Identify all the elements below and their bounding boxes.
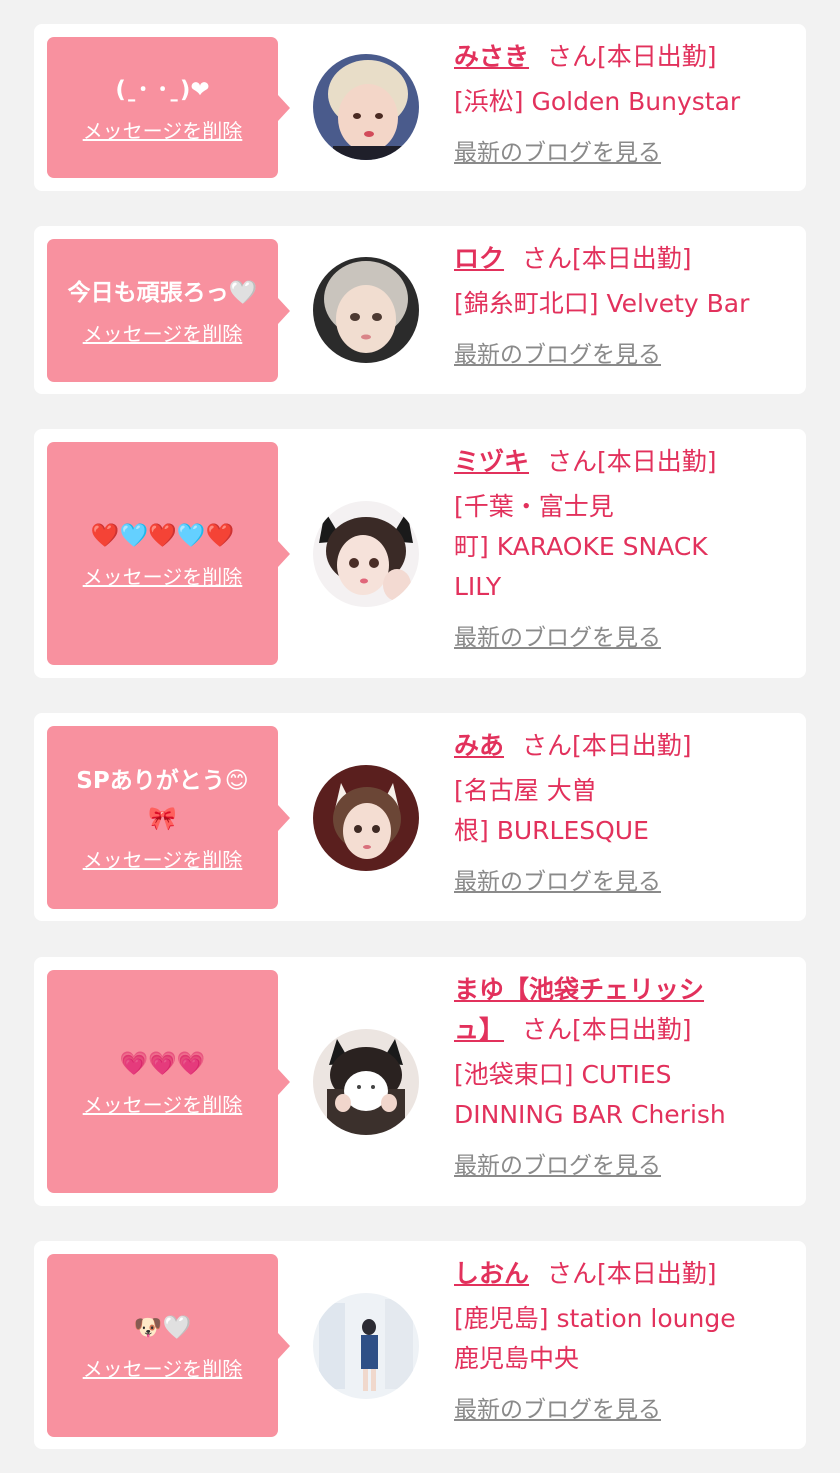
message-bubble: SPありがとう😊 🎀 メッセージを削除 <box>47 726 290 909</box>
message-text: SPありがとう😊 <box>76 767 249 794</box>
shop-name: [名古屋 大曽 <box>454 776 597 805</box>
message-bubble: 今日も頑張ろっ🤍 メッセージを削除 <box>47 239 290 382</box>
avatar[interactable] <box>313 54 419 160</box>
cast-info: しおん さん[本日出勤] [鹿児島] station lounge 鹿児島中央 最… <box>454 1255 794 1425</box>
message-text: 今日も頑張ろっ🤍 <box>67 279 258 306</box>
cast-name-link[interactable]: みあ <box>454 731 504 760</box>
cast-name-link[interactable]: ミヅキ <box>454 447 529 476</box>
message-card: 🐶🤍 メッセージを削除 しおん さん[本日出勤] [鹿児島] station lo… <box>34 1241 806 1449</box>
cast-info: まゆ【池袋チェリッシ ュ】 さん[本日出勤] [池袋東口] CUTIES DINN… <box>454 971 794 1181</box>
latest-blog-link[interactable]: 最新のブログを見る <box>454 1395 661 1425</box>
message-text: ❤️🩵❤️🩵❤️ <box>90 522 235 549</box>
latest-blog-link[interactable]: 最新のブログを見る <box>454 340 661 370</box>
message-text: 🎀 <box>148 805 177 832</box>
honorific-text: さん[本日出勤] <box>522 1015 692 1044</box>
delete-message-link[interactable]: メッセージを削除 <box>83 1091 243 1119</box>
honorific-text: さん[本日出勤] <box>547 1259 717 1288</box>
avatar[interactable] <box>313 1293 419 1399</box>
message-card: ❤️🩵❤️🩵❤️ メッセージを削除 ミヅキ さん[本日出勤] [千葉・富士見 町]… <box>34 429 806 678</box>
delete-message-link[interactable]: メッセージを削除 <box>83 320 243 348</box>
message-card: 今日も頑張ろっ🤍 メッセージを削除 ロク さん[本日出勤] [錦糸町北口] Vel… <box>34 226 806 394</box>
message-card: (ˍ･ ･ˍ)❤ メッセージを削除 みさき さん[本日出勤] [浜松] Golde… <box>34 24 806 191</box>
avatar[interactable] <box>313 501 419 607</box>
shop-name: [錦糸町北口] Velvety Bar <box>454 289 750 318</box>
cast-name-link[interactable]: まゆ【池袋チェリッシ <box>454 975 704 1004</box>
avatar[interactable] <box>313 257 419 363</box>
delete-message-link[interactable]: メッセージを削除 <box>83 117 243 145</box>
message-bubble: (ˍ･ ･ˍ)❤ メッセージを削除 <box>47 37 290 178</box>
shop-name: [池袋東口] CUTIES <box>454 1060 672 1089</box>
shop-name: 鹿児島中央 <box>454 1344 580 1373</box>
delete-message-link[interactable]: メッセージを削除 <box>83 846 243 874</box>
message-bubble: ❤️🩵❤️🩵❤️ メッセージを削除 <box>47 442 290 665</box>
cast-name-link[interactable]: ュ】 <box>454 1015 504 1044</box>
message-card: SPありがとう😊 🎀 メッセージを削除 みあ さん[本日出勤] [名古屋 大曽 根… <box>34 713 806 921</box>
delete-message-link[interactable]: メッセージを削除 <box>83 1355 243 1383</box>
latest-blog-link[interactable]: 最新のブログを見る <box>454 867 661 897</box>
message-bubble: 🐶🤍 メッセージを削除 <box>47 1254 290 1437</box>
cast-name-link[interactable]: ロク <box>454 244 504 273</box>
honorific-text: さん[本日出勤] <box>522 244 692 273</box>
latest-blog-link[interactable]: 最新のブログを見る <box>454 1151 661 1181</box>
shop-name: DINNING BAR Cherish <box>454 1100 726 1129</box>
shop-name: [浜松] Golden Bunystar <box>454 87 741 116</box>
latest-blog-link[interactable]: 最新のブログを見る <box>454 138 661 168</box>
cast-info: ミヅキ さん[本日出勤] [千葉・富士見 町] KARAOKE SNACK LIL… <box>454 443 794 653</box>
honorific-text: さん[本日出勤] <box>547 42 717 71</box>
shop-name: [千葉・富士見 <box>454 492 614 521</box>
honorific-text: さん[本日出勤] <box>522 731 692 760</box>
latest-blog-link[interactable]: 最新のブログを見る <box>454 623 661 653</box>
shop-name: LILY <box>454 572 502 601</box>
honorific-text: さん[本日出勤] <box>547 447 717 476</box>
avatar[interactable] <box>313 1029 419 1135</box>
cast-info: みあ さん[本日出勤] [名古屋 大曽 根] BURLESQUE 最新のブログを見… <box>454 727 794 897</box>
message-card: 💗💗💗 メッセージを削除 まゆ【池袋チェリッシ ュ】 さん[本日出勤] [池袋東… <box>34 957 806 1206</box>
delete-message-link[interactable]: メッセージを削除 <box>83 563 243 591</box>
message-bubble: 💗💗💗 メッセージを削除 <box>47 970 290 1193</box>
shop-name: [鹿児島] station lounge <box>454 1304 736 1333</box>
message-text: 💗💗💗 <box>119 1050 206 1077</box>
message-text: 🐶🤍 <box>133 1314 192 1341</box>
shop-name: 町] KARAOKE SNACK <box>454 532 708 561</box>
shop-name: 根] BURLESQUE <box>454 816 649 845</box>
cast-info: みさき さん[本日出勤] [浜松] Golden Bunystar 最新のブログを… <box>454 38 794 168</box>
cast-name-link[interactable]: しおん <box>454 1259 529 1288</box>
cast-name-link[interactable]: みさき <box>454 42 529 71</box>
message-text: (ˍ･ ･ˍ)❤ <box>115 76 210 103</box>
cast-info: ロク さん[本日出勤] [錦糸町北口] Velvety Bar 最新のブログを見る <box>454 240 794 370</box>
avatar[interactable] <box>313 765 419 871</box>
